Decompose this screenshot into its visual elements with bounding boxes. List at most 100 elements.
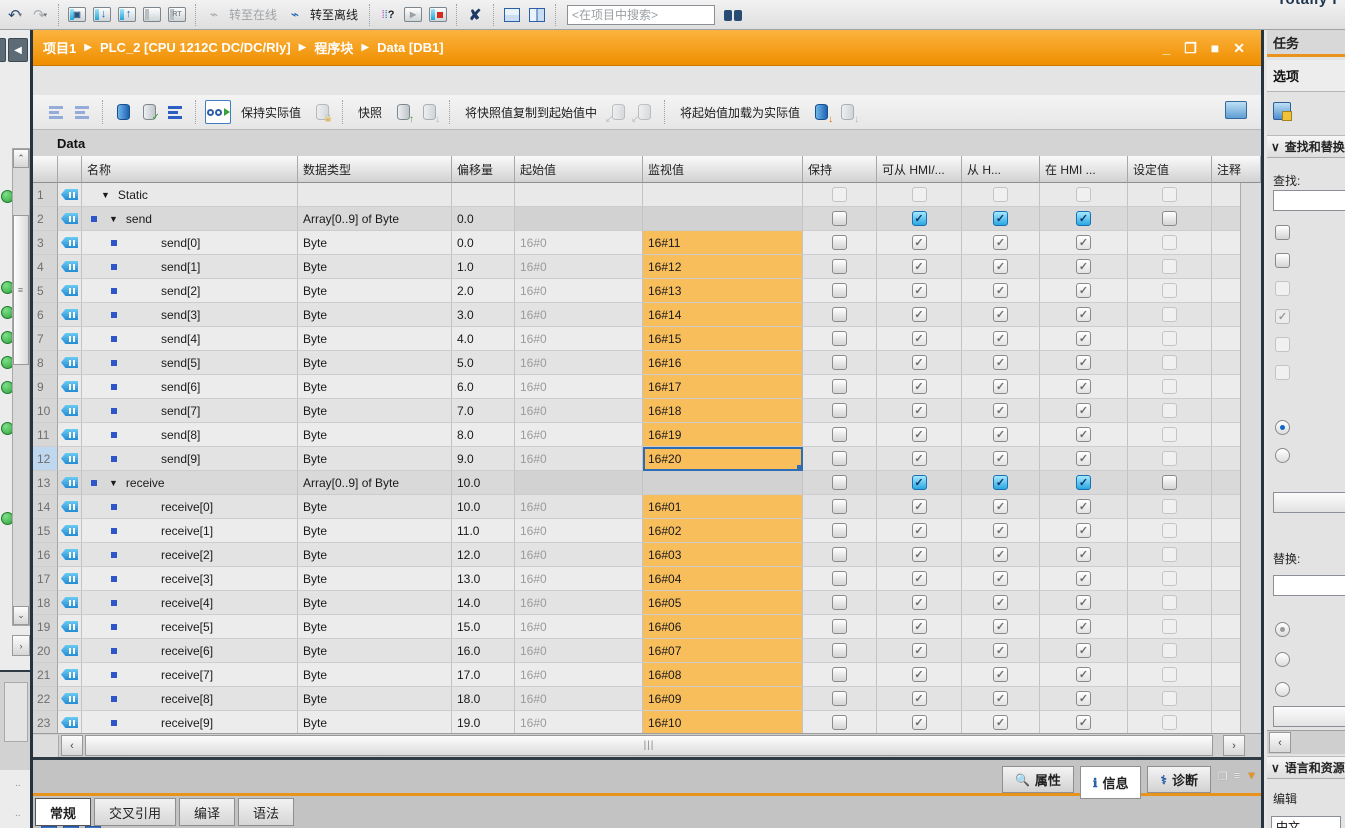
start-value-cell[interactable]: 16#0 [515,303,643,327]
row-number[interactable]: 21 [33,663,58,687]
start-value-cell[interactable]: 16#0 [515,615,643,639]
monitor-value-cell[interactable]: 16#12 [643,255,803,279]
start-value-cell[interactable] [515,207,643,231]
hmi-writable-checkbox[interactable]: ✓ [993,523,1008,538]
hmi-visible-checkbox[interactable]: ✓ [1076,595,1091,610]
datatype-cell[interactable]: Byte [298,519,452,543]
column-header-10[interactable]: 在 HMI ... [1040,156,1128,183]
monitor-value-cell[interactable]: 16#06 [643,615,803,639]
monitor-value-cell[interactable]: 16#19 [643,423,803,447]
monitor-value-cell[interactable]: 16#17 [643,375,803,399]
load-start-sel-icon[interactable]: ↓ [836,101,858,123]
retain-checkbox[interactable] [832,211,847,226]
tree-vertical-scrollbar[interactable]: ⌃ ≡ ⌄ [12,148,30,626]
row-number[interactable]: 14 [33,495,58,519]
retain-checkbox[interactable] [832,571,847,586]
hmi-visible-checkbox[interactable]: ✓ [1076,499,1091,514]
monitor-value-cell[interactable]: 16#03 [643,543,803,567]
hmi-writable-checkbox[interactable]: ✓ [993,595,1008,610]
go-offline-label[interactable]: 转至离线 [310,6,358,23]
datatype-cell[interactable]: Byte [298,495,452,519]
hmi-writable-checkbox[interactable]: ✓ [993,475,1008,490]
datatype-cell[interactable]: Byte [298,279,452,303]
detail-view-icon[interactable] [1225,101,1247,119]
retain-checkbox[interactable] [832,403,847,418]
hmi-accessible-checkbox[interactable]: ✓ [912,331,927,346]
retain-checkbox[interactable] [832,259,847,274]
start-value-cell[interactable] [515,471,643,495]
table-horizontal-scrollbar[interactable]: ‹ ||| › [33,733,1261,757]
match-case-checkbox[interactable] [1275,253,1290,268]
retain-checkbox[interactable] [832,379,847,394]
retain-checkbox[interactable] [832,427,847,442]
datatype-cell[interactable]: Byte [298,423,452,447]
setpoint-checkbox[interactable] [1162,523,1177,538]
inspector-tab-diagnostics[interactable]: ⚕诊断 [1147,766,1211,793]
hmi-accessible-checkbox[interactable]: ✓ [912,499,927,514]
hmi-accessible-checkbox[interactable]: ✓ [912,547,927,562]
search-binoculars-icon[interactable] [722,4,744,26]
name-cell[interactable]: receive[6] [82,639,298,663]
datatype-cell[interactable]: Byte [298,327,452,351]
hmi-accessible-checkbox[interactable]: ✓ [912,667,927,682]
find-button[interactable] [1273,492,1345,513]
expand-members-icon[interactable] [164,101,186,123]
setpoint-checkbox[interactable] [1162,499,1177,514]
name-cell[interactable]: receive[2] [82,543,298,567]
nav-back-partial-icon[interactable]: ◀ [0,38,6,62]
hmi-accessible-checkbox[interactable]: ✓ [912,403,927,418]
hmi-accessible-checkbox[interactable]: ✓ [912,595,927,610]
hmi-visible-checkbox[interactable]: ✓ [1076,571,1091,586]
retain-checkbox[interactable] [832,667,847,682]
expander-icon[interactable]: ▼ [101,190,110,200]
name-cell[interactable]: receive[8] [82,687,298,711]
row-number[interactable]: 4 [33,255,58,279]
start-value-cell[interactable]: 16#0 [515,351,643,375]
name-cell[interactable]: receive[5] [82,615,298,639]
search-down-radio[interactable] [1275,420,1290,435]
column-header-blank[interactable] [58,156,82,183]
datatype-cell[interactable]: Byte [298,567,452,591]
download-to-device-icon[interactable]: ↓ [91,4,113,26]
datatype-cell[interactable]: Array[0..9] of Byte [298,207,452,231]
start-value-cell[interactable]: 16#0 [515,279,643,303]
scroll-left-icon[interactable]: ‹ [61,735,83,756]
hmi-accessible-checkbox[interactable]: ✓ [912,523,927,538]
hmi-accessible-checkbox[interactable]: ✓ [912,355,927,370]
row-number[interactable]: 18 [33,591,58,615]
column-header-9[interactable]: 从 H... [962,156,1040,183]
monitor-value-cell[interactable]: 16#02 [643,519,803,543]
reset-start-values-icon[interactable] [112,101,134,123]
hmi-writable-checkbox[interactable]: ✓ [993,619,1008,634]
monitor-value-cell[interactable]: 16#08 [643,663,803,687]
row-number[interactable]: 2 [33,207,58,231]
monitor-value-cell[interactable]: 16#09 [643,687,803,711]
start-value-cell[interactable] [515,183,643,207]
hmi-writable-checkbox[interactable]: ✓ [993,307,1008,322]
retain-checkbox[interactable] [832,595,847,610]
hmi-writable-checkbox[interactable]: ✓ [993,283,1008,298]
hmi-visible-checkbox[interactable]: ✓ [1076,307,1091,322]
runtime-icon[interactable]: RT [166,4,188,26]
name-cell[interactable]: receive[9] [82,711,298,735]
hmi-writable-checkbox[interactable] [993,187,1008,202]
hmi-visible-checkbox[interactable]: ✓ [1076,211,1091,226]
hmi-visible-checkbox[interactable]: ✓ [1076,667,1091,682]
monitor-value-cell[interactable]: 16#05 [643,591,803,615]
setpoint-checkbox[interactable] [1162,379,1177,394]
hmi-accessible-checkbox[interactable]: ✓ [912,451,927,466]
hmi-writable-checkbox[interactable]: ✓ [993,259,1008,274]
go-offline-icon[interactable]: ⌁ [284,4,306,26]
stop-cpu-icon[interactable] [427,4,449,26]
hmi-visible-checkbox[interactable]: ✓ [1076,619,1091,634]
hmi-visible-checkbox[interactable]: ✓ [1076,283,1091,298]
list-icon[interactable]: ≡ [1234,770,1240,783]
hmi-accessible-checkbox[interactable]: ✓ [912,475,927,490]
search-up-radio[interactable] [1275,448,1290,463]
setpoint-checkbox[interactable] [1162,475,1177,490]
add-row-icon[interactable] [71,101,93,123]
setpoint-checkbox[interactable] [1162,187,1177,202]
nav-back-icon[interactable]: ◀ [8,38,28,62]
hmi-writable-checkbox[interactable]: ✓ [993,643,1008,658]
expander-icon[interactable]: ▼ [109,214,118,224]
